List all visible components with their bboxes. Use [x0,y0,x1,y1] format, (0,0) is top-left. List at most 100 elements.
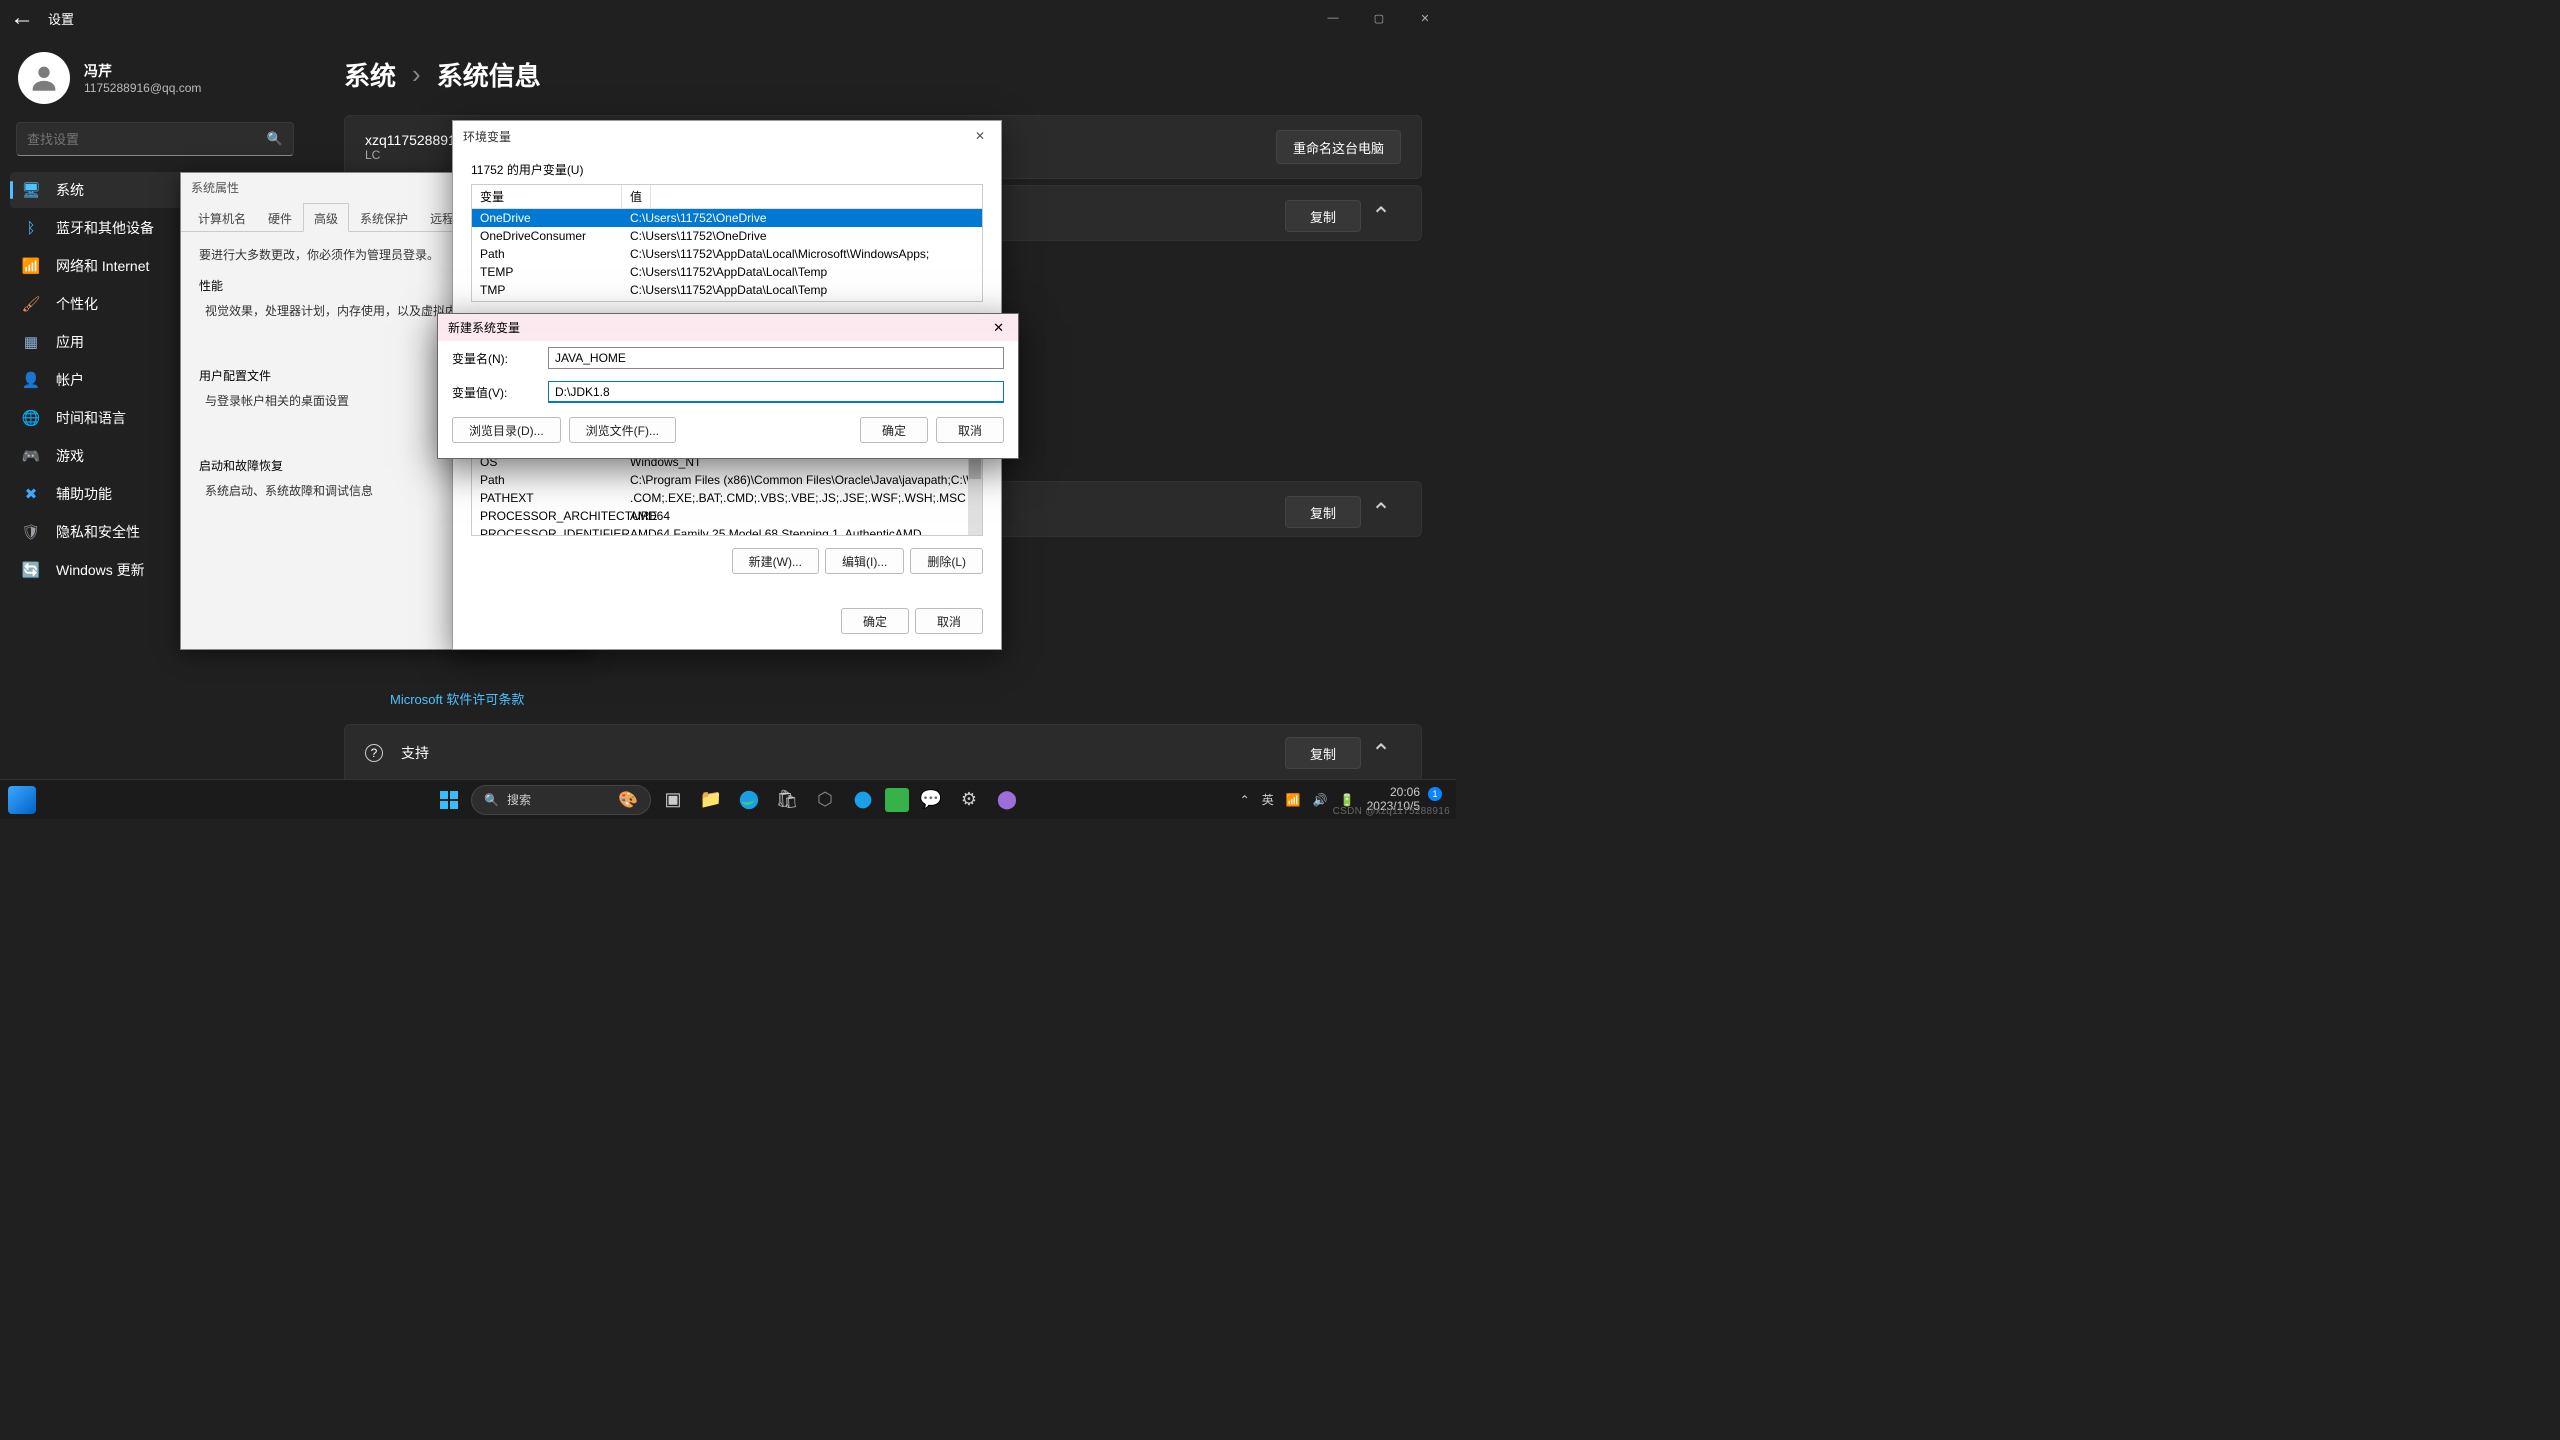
store-icon[interactable]: 🛍 [771,784,803,816]
user-vars-table[interactable]: 变量 值 OneDriveC:\Users\11752\OneDriveOneD… [471,184,983,302]
app-icon-4[interactable]: ⬤ [991,784,1023,816]
tray-chevron-icon[interactable]: ⌃ [1240,793,1250,807]
table-row[interactable]: OneDriveConsumerC:\Users\11752\OneDrive [472,227,982,245]
table-row[interactable]: TMPC:\Users\11752\AppData\Local\Temp [472,281,982,299]
search-icon: 🔍 [267,131,283,147]
nav-icon: 📶 [22,257,40,275]
copy-button[interactable]: 复制 [1285,200,1361,232]
wifi-icon[interactable]: 📶 [1286,793,1301,807]
col-value[interactable]: 值 [622,185,651,208]
chevron-up-icon[interactable]: ⌃ [1361,202,1401,231]
nav-label: 游戏 [56,446,84,466]
watermark: CSDN @xzq1175288916 [1333,806,1450,817]
tab-硬件[interactable]: 硬件 [257,203,303,232]
pc-sub: LC [365,148,464,162]
pc-name: xzq1175288916 [365,132,464,148]
nav-label: 网络和 Internet [56,256,149,276]
table-row[interactable]: OneDriveC:\Users\11752\OneDrive [472,209,982,227]
nav-label: 隐私和安全性 [56,522,140,542]
var-name-input[interactable] [548,347,1004,369]
breadcrumb-leaf: 系统信息 [437,56,541,93]
breadcrumb-sep: › [412,59,421,90]
browse-file-button[interactable]: 浏览文件(F)... [569,417,676,443]
task-view-icon[interactable]: ▣ [657,784,689,816]
nav-icon: 👤 [22,371,40,389]
nav-icon: 🖌 [22,295,40,313]
nav-label: 系统 [56,180,84,200]
explorer-icon[interactable]: 📁 [695,784,727,816]
taskbar-search[interactable]: 🔍 搜索 🎨 [471,785,651,815]
breadcrumb: 系统 › 系统信息 [344,56,1422,93]
search-box[interactable]: 🔍 [16,122,294,156]
cancel-button[interactable]: 取消 [915,608,983,634]
license-link[interactable]: Microsoft 软件许可条款 [344,683,1422,714]
nav-icon: 🌐 [22,409,40,427]
back-button[interactable]: ← [8,4,36,32]
time: 20:06 [1367,786,1420,800]
breadcrumb-root[interactable]: 系统 [344,56,396,93]
table-row[interactable]: PROCESSOR_IDENTIFIERAMD64 Family 25 Mode… [472,525,982,536]
nav-icon: 🔄 [22,561,40,579]
nav-label: 应用 [56,332,84,352]
minimize-button[interactable]: — [1310,0,1356,36]
table-row[interactable]: PathC:\Program Files (x86)\Common Files\… [472,471,982,489]
edge-icon[interactable] [733,784,765,816]
volume-icon[interactable]: 🔊 [1313,793,1328,807]
rename-pc-button[interactable]: 重命名这台电脑 [1276,130,1401,164]
close-icon[interactable]: ✕ [989,320,1008,336]
search-icon: 🔍 [484,793,499,807]
start-button[interactable] [433,784,465,816]
tab-计算机名[interactable]: 计算机名 [187,203,257,232]
edit-button[interactable]: 编辑(I)... [825,548,904,574]
ok-button[interactable]: 确定 [860,417,928,443]
nav-icon: ▦ [22,333,40,351]
support-title: 支持 [401,743,429,763]
search-input[interactable] [27,132,267,147]
tab-高级[interactable]: 高级 [303,203,349,232]
nav-label: Windows 更新 [56,560,145,580]
user-vars-label: 11752 的用户变量(U) [471,161,983,178]
var-value-input[interactable] [548,381,1004,403]
question-icon: ? [365,744,383,762]
widgets-icon[interactable] [8,786,36,814]
battery-icon[interactable]: 🔋 [1340,793,1355,807]
nav-icon: 🎮 [22,447,40,465]
tab-系统保护[interactable]: 系统保护 [349,203,419,232]
app-icon-2[interactable] [847,784,879,816]
profile[interactable]: 冯芹 1175288916@qq.com [6,46,304,122]
wechat-icon[interactable]: 💬 [915,784,947,816]
app-icon-3[interactable] [885,788,909,812]
delete-button[interactable]: 删除(L) [910,548,983,574]
table-row[interactable]: PathC:\Users\11752\AppData\Local\Microso… [472,245,982,263]
nav-label: 辅助功能 [56,484,112,504]
var-value-label: 变量值(V): [452,384,538,401]
chevron-up-icon[interactable]: ⌃ [1361,498,1401,527]
app-icon-1[interactable]: ⬡ [809,784,841,816]
profile-name: 冯芹 [84,61,201,81]
copy-button[interactable]: 复制 [1285,496,1361,528]
table-row[interactable]: PROCESSOR_ARCHITECTUREAMD64 [472,507,982,525]
close-icon[interactable]: ✕ [969,127,991,145]
taskbar: 🔍 搜索 🎨 ▣ 📁 🛍 ⬡ 💬 ⚙ ⬤ ⌃ 英 📶 🔊 🔋 20:06 202… [0,779,1456,819]
ok-button[interactable]: 确定 [841,608,909,634]
browse-dir-button[interactable]: 浏览目录(D)... [452,417,561,443]
profile-email: 1175288916@qq.com [84,81,201,95]
cancel-button[interactable]: 取消 [936,417,1004,443]
nav-icon: ᛒ [22,219,40,237]
table-row[interactable]: PATHEXT.COM;.EXE;.BAT;.CMD;.VBS;.VBE;.JS… [472,489,982,507]
maximize-button[interactable]: ▢ [1356,0,1402,36]
copy-button[interactable]: 复制 [1285,737,1361,769]
nav-label: 帐户 [56,370,84,390]
nav-label: 个性化 [56,294,98,314]
ime-indicator[interactable]: 英 [1262,791,1274,808]
table-row[interactable]: TEMPC:\Users\11752\AppData\Local\Temp [472,263,982,281]
close-button[interactable]: ✕ [1402,0,1448,36]
nav-icon: 🖥 [22,181,40,199]
settings-icon[interactable]: ⚙ [953,784,985,816]
var-name-label: 变量名(N): [452,350,538,367]
col-variable[interactable]: 变量 [472,185,622,208]
new-button[interactable]: 新建(W)... [732,548,819,574]
notification-badge[interactable]: 1 [1428,787,1442,801]
chevron-up-icon[interactable]: ⌃ [1361,739,1401,768]
nav-label: 时间和语言 [56,408,126,428]
